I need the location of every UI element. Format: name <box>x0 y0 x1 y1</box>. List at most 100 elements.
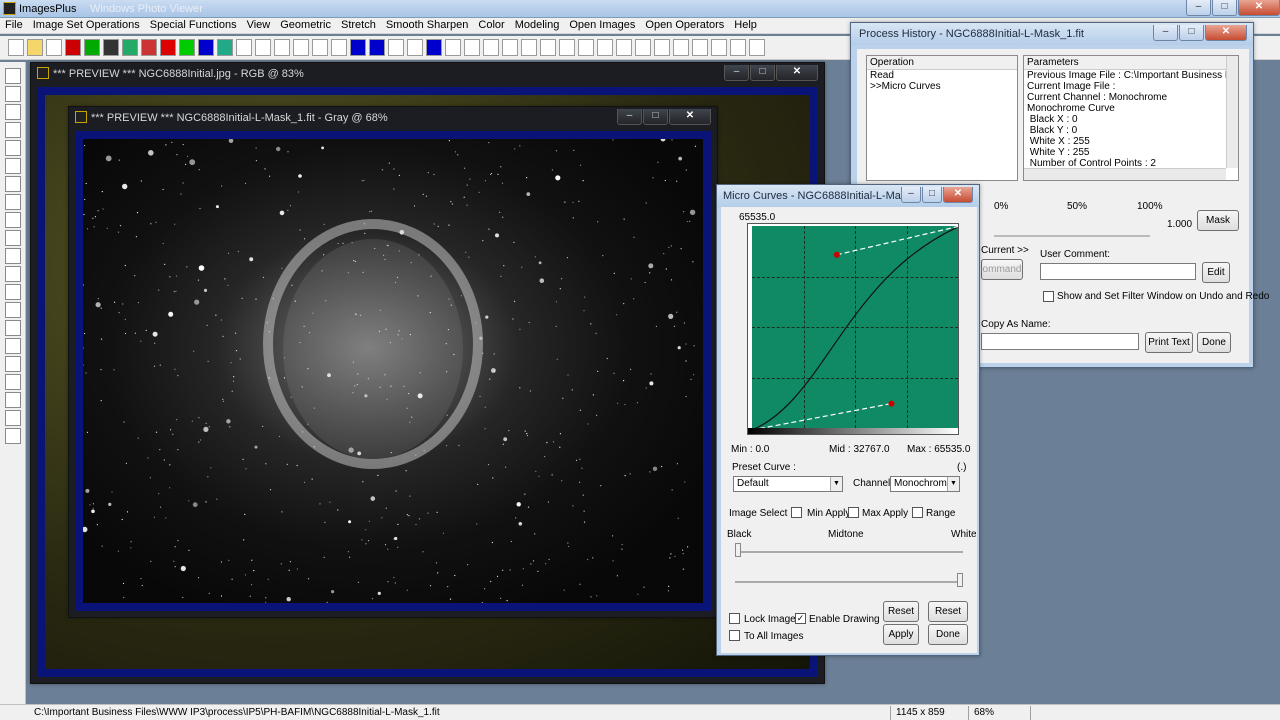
toolbar-button[interactable] <box>407 39 423 56</box>
close-icon[interactable]: ✕ <box>1205 25 1247 41</box>
toolbar-button[interactable] <box>141 39 157 56</box>
toolbar-button[interactable] <box>673 39 689 56</box>
micro-curves-titlebar[interactable]: Micro Curves - NGC6888Initial-L-Mask... … <box>717 185 979 207</box>
toolbar-button[interactable] <box>616 39 632 56</box>
toolbar-button[interactable] <box>122 39 138 56</box>
side-tool-button[interactable] <box>5 374 21 390</box>
help-paren[interactable]: (.) <box>957 462 966 473</box>
user-comment-input[interactable] <box>1040 263 1196 280</box>
parameters-hscrollbar[interactable] <box>1024 168 1226 180</box>
print-text-button[interactable]: Print Text <box>1145 332 1193 353</box>
side-tool-button[interactable] <box>5 140 21 156</box>
opacity-slider[interactable] <box>994 221 1150 237</box>
side-tool-button[interactable] <box>5 356 21 372</box>
menu-item[interactable]: Color <box>473 18 509 33</box>
menu-item[interactable]: View <box>242 18 276 33</box>
range-checkbox[interactable] <box>912 507 923 518</box>
preview-gray-titlebar[interactable]: *** PREVIEW *** NGC6888Initial-L-Mask_1.… <box>69 107 717 129</box>
minimize-icon[interactable]: – <box>617 109 642 125</box>
curve-line[interactable] <box>752 226 958 428</box>
side-tool-button[interactable] <box>5 104 21 120</box>
toolbar-button[interactable] <box>179 39 195 56</box>
toolbar-button[interactable] <box>578 39 594 56</box>
max-apply-checkbox[interactable] <box>848 507 859 518</box>
toolbar-button[interactable] <box>255 39 271 56</box>
toolbar-button[interactable] <box>502 39 518 56</box>
menu-item[interactable]: Modeling <box>510 18 565 33</box>
side-tool-button[interactable] <box>5 392 21 408</box>
menu-item[interactable]: Special Functions <box>145 18 242 33</box>
close-icon[interactable]: ✕ <box>776 65 818 81</box>
operation-item[interactable]: >>Micro Curves <box>870 81 1014 92</box>
toolbar-button[interactable] <box>654 39 670 56</box>
menu-item[interactable]: Open Images <box>564 18 640 33</box>
side-tool-button[interactable] <box>5 122 21 138</box>
maximize-icon[interactable]: □ <box>1179 25 1204 41</box>
toolbar-button[interactable] <box>464 39 480 56</box>
reset-button[interactable]: Reset <box>883 601 919 622</box>
side-tool-button[interactable] <box>5 266 21 282</box>
process-history-titlebar[interactable]: Process History - NGC6888Initial-L-Mask_… <box>851 23 1253 45</box>
menu-item[interactable]: Smooth Sharpen <box>381 18 474 33</box>
toolbar-button[interactable] <box>65 39 81 56</box>
toolbar-button[interactable] <box>559 39 575 56</box>
side-tool-button[interactable] <box>5 230 21 246</box>
side-tool-button[interactable] <box>5 158 21 174</box>
preset-curve-select[interactable]: Default ▼ <box>733 476 843 492</box>
curves-done-button[interactable]: Done <box>928 624 968 645</box>
mask-button[interactable]: Mask <box>1197 210 1239 231</box>
apply-button[interactable]: Apply <box>883 624 919 645</box>
minimize-icon[interactable]: – <box>1186 0 1211 16</box>
minimize-icon[interactable]: – <box>901 187 921 203</box>
toolbar-button[interactable] <box>749 39 765 56</box>
white-slider[interactable] <box>735 573 963 587</box>
toolbar-button[interactable] <box>27 39 43 56</box>
toolbar-button[interactable] <box>274 39 290 56</box>
toolbar-button[interactable] <box>198 39 214 56</box>
side-tool-button[interactable] <box>5 68 21 84</box>
preview-rgb-titlebar[interactable]: *** PREVIEW *** NGC6888Initial.jpg - RGB… <box>31 63 824 85</box>
maximize-icon[interactable]: □ <box>1212 0 1237 16</box>
toolbar-button[interactable] <box>445 39 461 56</box>
side-tool-button[interactable] <box>5 284 21 300</box>
reset-all-button[interactable]: Reset All <box>928 601 968 636</box>
black-slider-thumb[interactable] <box>735 543 741 557</box>
close-icon[interactable]: ✕ <box>1238 0 1280 16</box>
side-tool-button[interactable] <box>5 194 21 210</box>
side-tool-button[interactable] <box>5 248 21 264</box>
parameters-scrollbar[interactable] <box>1226 56 1238 168</box>
minimize-icon[interactable]: – <box>1153 25 1178 41</box>
min-apply-checkbox[interactable] <box>791 507 802 518</box>
toolbar-button[interactable] <box>711 39 727 56</box>
toolbar-button[interactable] <box>521 39 537 56</box>
menu-item[interactable]: Help <box>729 18 762 33</box>
menu-item[interactable]: Stretch <box>336 18 381 33</box>
control-point[interactable] <box>833 251 840 258</box>
minimize-icon[interactable]: – <box>724 65 749 81</box>
toolbar-button[interactable] <box>84 39 100 56</box>
menu-item[interactable]: Image Set Operations <box>28 18 145 33</box>
white-slider-thumb[interactable] <box>957 573 963 587</box>
side-tool-button[interactable] <box>5 86 21 102</box>
toolbar-button[interactable] <box>483 39 499 56</box>
copy-as-input[interactable] <box>981 333 1139 350</box>
side-tool-button[interactable] <box>5 212 21 228</box>
close-icon[interactable]: ✕ <box>943 187 973 203</box>
toolbar-button[interactable] <box>103 39 119 56</box>
toolbar-button[interactable] <box>160 39 176 56</box>
toolbar-button[interactable] <box>217 39 233 56</box>
menu-item[interactable]: Open Operators <box>640 18 729 33</box>
toolbar-button[interactable] <box>312 39 328 56</box>
black-slider[interactable] <box>735 543 963 557</box>
edit-button[interactable]: Edit <box>1202 262 1230 283</box>
toolbar-button[interactable] <box>331 39 347 56</box>
menu-item[interactable]: File <box>0 18 28 33</box>
side-tool-button[interactable] <box>5 302 21 318</box>
toolbar-button[interactable] <box>540 39 556 56</box>
nebula-image[interactable] <box>83 139 703 603</box>
enable-drawing-checkbox[interactable]: ✓ <box>795 613 806 624</box>
operation-item[interactable]: Read <box>870 70 1014 81</box>
toolbar-button[interactable] <box>8 39 24 56</box>
side-tool-button[interactable] <box>5 410 21 426</box>
parameters-list[interactable]: Parameters Previous Image File : C:\Impo… <box>1023 55 1239 181</box>
